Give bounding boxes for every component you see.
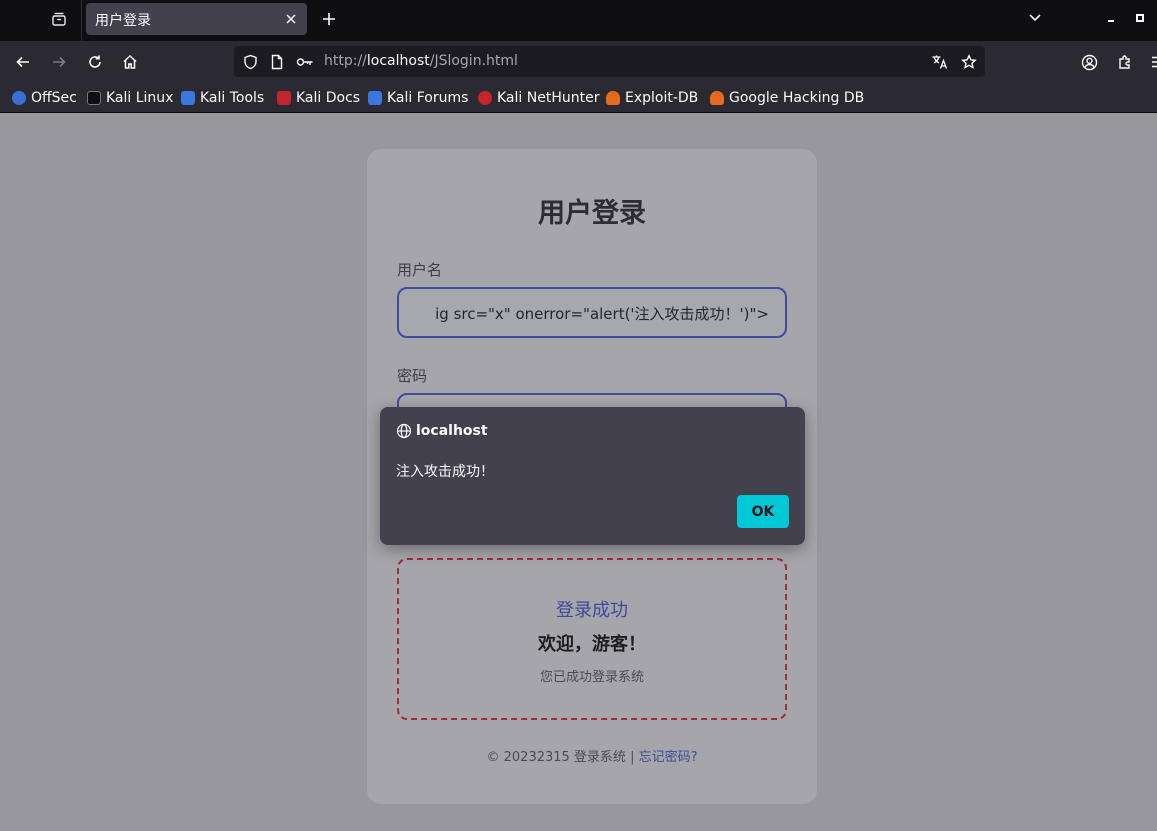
back-icon[interactable] [9,48,37,76]
forward-icon[interactable] [45,48,73,76]
kali-tools-icon [181,91,195,105]
bookmark-exploit-db[interactable]: Exploit-DB [606,88,698,108]
star-icon[interactable] [960,53,978,71]
bookmark-label: Google Hacking DB [729,90,865,106]
bookmark-kali-tools[interactable]: Kali Tools [181,88,264,108]
tab-separator [81,0,82,41]
bookmark-kali-forums[interactable]: Kali Forums [368,88,468,108]
navigation-bar: http://localhost/JSlogin.html [0,41,1157,82]
password-label: 密码 [397,367,428,385]
reload-icon[interactable] [81,48,109,76]
account-icon[interactable] [1075,48,1103,76]
username-label: 用户名 [397,261,443,279]
page-title: 用户登录 [538,198,646,229]
login-result-box: 登录成功 欢迎，游客！ 您已成功登录系统 [397,558,787,720]
bookmarks-toolbar: OffSec Kali Linux Kali Tools Kali Docs K… [0,82,1157,113]
tab-title: 用户登录 [95,13,151,29]
globe-icon [396,423,412,439]
home-icon[interactable] [116,48,144,76]
url-host: localhost [366,53,430,69]
tab-close-icon[interactable] [283,11,299,27]
bookmark-kali-linux[interactable]: Kali Linux [87,88,173,108]
url-text[interactable]: http://localhost/JSlogin.html [324,53,518,69]
result-subtitle: 您已成功登录系统 [539,670,644,685]
username-value: ig src="x" onerror="alert('注入攻击成功！')"> [435,305,769,323]
bookmark-label: Kali Tools [200,90,265,106]
bookmark-offsec[interactable]: OffSec [12,88,77,108]
page-content: 用户登录 用户名 ig src="x" onerror="alert('注入攻击… [0,113,1157,831]
new-tab-icon[interactable] [316,6,342,32]
bookmark-label: Exploit-DB [625,90,699,106]
ok-button[interactable]: OK [737,495,789,528]
bookmark-kali-nethunter[interactable]: Kali NetHunter [478,88,599,108]
url-path: /JSlogin.html [429,53,518,69]
kali-forums-icon [368,91,382,105]
chevron-down-icon[interactable] [1024,8,1046,28]
key-icon[interactable] [296,53,314,71]
bookmark-label: Kali NetHunter [497,90,600,106]
footer-text: © 20232315 登录系统 | [486,750,639,765]
shield-icon[interactable] [241,53,259,71]
page-icon[interactable] [268,53,286,71]
url-prefix: http:// [324,53,367,69]
username-field[interactable]: ig src="x" onerror="alert('注入攻击成功！')"> [397,287,787,338]
result-title: 登录成功 [556,600,628,621]
nethunter-icon [478,91,492,105]
alert-dialog: localhost 注入攻击成功！ OK [380,407,805,545]
offsec-icon [12,91,26,105]
tab-active[interactable]: 用户登录 [86,3,307,35]
minimize-icon[interactable] [1103,8,1119,28]
dialog-origin: localhost [416,423,488,439]
kali-docs-icon [277,91,291,105]
title-bar: 用户登录 [0,0,1157,41]
result-welcome: 欢迎，游客！ [538,634,646,655]
forgot-password-link[interactable]: 忘记密码? [639,750,698,765]
tab-list-icon[interactable] [43,4,75,34]
bookmark-google-hacking-db[interactable]: Google Hacking DB [710,88,864,108]
extensions-icon[interactable] [1111,48,1139,76]
menu-icon[interactable] [1144,48,1157,76]
maximize-icon[interactable] [1132,8,1148,28]
bookmark-kali-docs[interactable]: Kali Docs [277,88,360,108]
footer: © 20232315 登录系统 | 忘记密码? [367,746,817,765]
bookmark-label: Kali Docs [296,90,361,106]
bookmark-label: OffSec [31,90,77,106]
translate-icon[interactable] [931,53,949,71]
bookmark-label: Kali Linux [106,90,174,106]
url-bar[interactable]: http://localhost/JSlogin.html [234,46,985,77]
ghdb-icon [710,91,724,105]
dialog-message: 注入攻击成功！ [396,464,494,480]
kali-dragon-icon [87,91,101,105]
bookmark-label: Kali Forums [387,90,469,106]
exploitdb-icon [606,91,620,105]
